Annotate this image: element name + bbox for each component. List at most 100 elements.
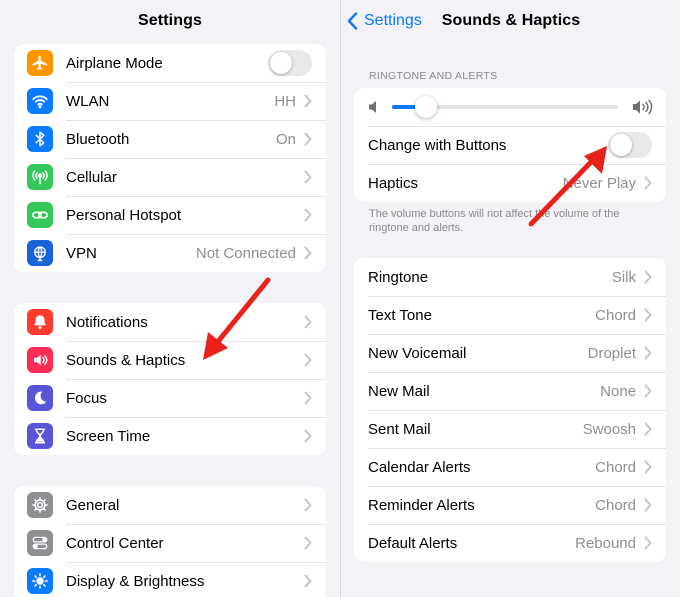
settings-item-airplane-mode[interactable]: Airplane Mode	[14, 44, 326, 82]
chevron-right-icon	[304, 429, 312, 443]
tone-label: Calendar Alerts	[368, 458, 471, 476]
chevron-right-icon	[304, 315, 312, 329]
settings-item-display-brightness[interactable]: Display & Brightness	[14, 562, 326, 597]
tone-label: Default Alerts	[368, 534, 458, 552]
tone-row-new-voicemail[interactable]: New Voicemail Droplet	[354, 334, 666, 372]
chevron-right-icon	[304, 208, 312, 222]
chevron-right-icon	[304, 498, 312, 512]
settings-item-sounds-haptics[interactable]: Sounds & Haptics	[14, 341, 326, 379]
settings-item-general[interactable]: General	[14, 486, 326, 524]
sidebar-item-label: Cellular	[66, 168, 117, 186]
chevron-right-icon	[304, 132, 312, 146]
tone-label: New Mail	[368, 382, 430, 400]
section-header: RINGTONE AND ALERTS	[369, 70, 498, 82]
settings-item-notifications[interactable]: Notifications	[14, 303, 326, 341]
tone-value: Chord	[595, 458, 636, 476]
tone-label: Sent Mail	[368, 420, 431, 438]
tone-label: Ringtone	[368, 268, 429, 286]
tone-value: Silk	[611, 268, 636, 286]
sidebar-item-label: General	[66, 496, 120, 514]
chevron-right-icon	[644, 536, 652, 550]
tone-label: Reminder Alerts	[368, 496, 475, 514]
chevron-right-icon	[644, 270, 652, 284]
wifi-icon	[27, 88, 53, 114]
sidebar-item-label: Sounds & Haptics	[66, 351, 186, 369]
tone-value: Chord	[595, 496, 636, 514]
tone-label: New Voicemail	[368, 344, 467, 362]
chevron-right-icon	[644, 460, 652, 474]
globe-icon	[27, 240, 53, 266]
volume-slider[interactable]	[392, 96, 618, 118]
settings-item-control-center[interactable]: Control Center	[14, 524, 326, 562]
sounds-nav-bar: Settings Sounds & Haptics	[341, 0, 680, 42]
haptics-label: Haptics	[368, 174, 419, 192]
speaker-low-icon	[369, 101, 376, 113]
settings-item-vpn[interactable]: VPN Not Connected	[14, 234, 326, 272]
sun-icon	[27, 568, 53, 594]
chevron-right-icon	[644, 308, 652, 322]
tone-row-default-alerts[interactable]: Default Alerts Rebound	[354, 524, 666, 562]
chevron-right-icon	[304, 170, 312, 184]
settings-item-cellular[interactable]: Cellular	[14, 158, 326, 196]
settings-group-general: General Control Center Display & Brightn…	[14, 486, 326, 597]
sidebar-item-label: VPN	[66, 244, 97, 262]
settings-item-bluetooth[interactable]: Bluetooth On	[14, 120, 326, 158]
tone-row-ringtone[interactable]: Ringtone Silk	[354, 258, 666, 296]
chevron-right-icon	[304, 574, 312, 588]
tone-value: None	[600, 382, 636, 400]
sidebar-item-label: Airplane Mode	[66, 54, 163, 72]
volume-slider-thumb[interactable]	[414, 96, 437, 118]
tone-row-calendar-alerts[interactable]: Calendar Alerts Chord	[354, 448, 666, 486]
chevron-right-icon	[304, 246, 312, 260]
chevron-right-icon	[304, 536, 312, 550]
haptics-value: Never Play	[562, 174, 636, 192]
tone-row-new-mail[interactable]: New Mail None	[354, 372, 666, 410]
settings-item-screen-time[interactable]: Screen Time	[14, 417, 326, 455]
chevron-right-icon	[644, 422, 652, 436]
bluetooth-value: On	[275, 130, 296, 148]
tone-row-text-tone[interactable]: Text Tone Chord	[354, 296, 666, 334]
sidebar-item-label: Notifications	[66, 313, 148, 331]
sidebar-item-label: Display & Brightness	[66, 572, 205, 590]
chevron-right-icon	[644, 384, 652, 398]
tone-value: Swoosh	[582, 420, 636, 438]
settings-item-personal-hotspot[interactable]: Personal Hotspot	[14, 196, 326, 234]
haptics-row[interactable]: Haptics Never Play	[354, 164, 666, 202]
wlan-value: HH	[274, 92, 296, 110]
chevron-right-icon	[644, 498, 652, 512]
link-icon	[27, 202, 53, 228]
settings-nav-bar: Settings	[0, 0, 340, 42]
antenna-icon	[27, 164, 53, 190]
gear-icon	[27, 492, 53, 518]
vpn-value: Not Connected	[195, 244, 296, 262]
chevron-right-icon	[304, 353, 312, 367]
sidebar-item-label: Focus	[66, 389, 107, 407]
change-with-buttons-toggle[interactable]	[608, 132, 652, 158]
sidebar-item-label: Control Center	[66, 534, 164, 552]
sidebar-item-label: Personal Hotspot	[66, 206, 182, 224]
moon-icon	[27, 385, 53, 411]
change-with-buttons-row[interactable]: Change with Buttons	[354, 126, 666, 164]
settings-item-focus[interactable]: Focus	[14, 379, 326, 417]
speaker-icon	[27, 347, 53, 373]
tone-value: Droplet	[587, 344, 636, 362]
chevron-left-icon	[347, 12, 358, 30]
change-with-buttons-label: Change with Buttons	[368, 136, 507, 154]
tone-label: Text Tone	[368, 306, 432, 324]
chevron-right-icon	[304, 391, 312, 405]
tone-value: Chord	[595, 306, 636, 324]
chevron-right-icon	[644, 176, 652, 190]
sidebar-item-label: Bluetooth	[66, 130, 130, 148]
settings-group-notifications: Notifications Sounds & Haptics Focus Scr…	[14, 303, 326, 455]
airplane-mode-toggle[interactable]	[268, 50, 312, 76]
sidebar-item-label: WLAN	[66, 92, 110, 110]
chevron-right-icon	[304, 94, 312, 108]
page-title: Settings	[138, 12, 202, 29]
hourglass-icon	[27, 423, 53, 449]
tone-row-sent-mail[interactable]: Sent Mail Swoosh	[354, 410, 666, 448]
tone-row-reminder-alerts[interactable]: Reminder Alerts Chord	[354, 486, 666, 524]
settings-item-wlan[interactable]: WLAN HH	[14, 82, 326, 120]
chevron-right-icon	[644, 346, 652, 360]
switches-icon	[27, 530, 53, 556]
sidebar-item-label: Screen Time	[66, 427, 151, 445]
